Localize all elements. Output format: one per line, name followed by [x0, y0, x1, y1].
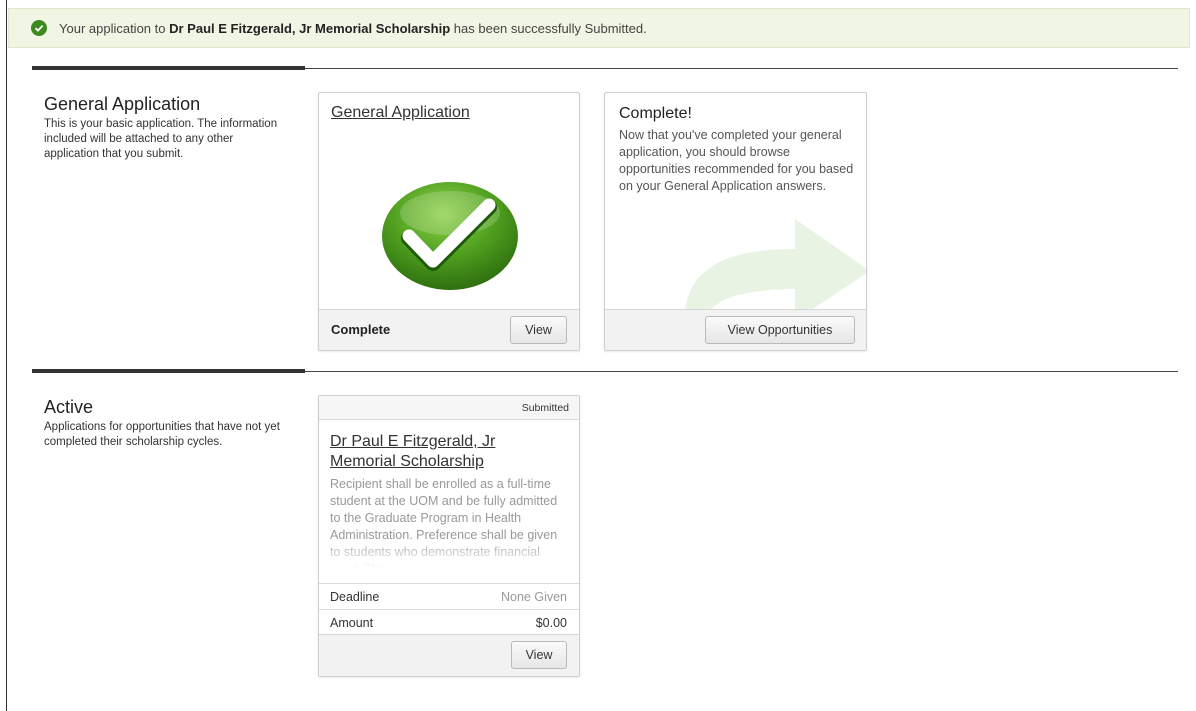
deadline-label: Deadline — [330, 590, 380, 604]
general-application-card: General Application Complete View — [318, 92, 580, 351]
status-badge: Submitted — [319, 396, 579, 420]
amount-value: $0.00 — [535, 616, 567, 630]
general-section-description: This is your basic application. The info… — [44, 118, 278, 160]
amount-label: Amount — [330, 616, 374, 630]
complete-description: Now that you've completed your general a… — [619, 128, 854, 193]
active-section-description: Applications for opportunities that have… — [44, 421, 280, 448]
deadline-row: Deadline None Given — [319, 583, 579, 610]
divider-accent — [32, 66, 305, 70]
banner-suffix: has been successfully Submitted. — [453, 20, 647, 36]
active-section-title: Active — [44, 397, 94, 417]
banner-prefix: Your application to — [59, 20, 166, 36]
complete-card-footer: View Opportunities — [605, 309, 866, 350]
scholarship-card-footer: View — [319, 634, 579, 676]
scholarship-view-button[interactable]: View — [511, 641, 567, 669]
page: Your application to Dr Paul E Fitzgerald… — [0, 0, 1196, 711]
complete-title: Complete! — [619, 105, 692, 122]
general-view-button[interactable]: View — [510, 316, 567, 344]
banner-text: Your application to Dr Paul E Fitzgerald… — [59, 21, 647, 36]
banner-scholarship-name: Dr Paul E Fitzgerald, Jr Memorial Schola… — [169, 20, 451, 36]
window-edge — [6, 0, 7, 711]
general-application-link[interactable]: General Application — [331, 104, 470, 122]
general-card-footer: Complete View — [319, 309, 579, 350]
divider-accent — [32, 369, 305, 373]
amount-row: Amount $0.00 — [319, 609, 579, 636]
curved-arrow-icon — [675, 211, 866, 321]
complete-card: Complete! Now that you've completed your… — [604, 92, 867, 351]
scholarship-card: Submitted Dr Paul E Fitzgerald, Jr Memor… — [318, 395, 580, 677]
success-banner: Your application to Dr Paul E Fitzgerald… — [8, 8, 1190, 48]
deadline-value: None Given — [500, 590, 567, 604]
section-divider-general — [32, 66, 1178, 70]
general-status-label: Complete — [331, 322, 391, 337]
big-checkmark-icon — [381, 181, 519, 296]
check-circle-icon — [31, 20, 47, 36]
scholarship-title-link[interactable]: Dr Paul E Fitzgerald, Jr Memorial Schola… — [330, 432, 560, 472]
general-section-title: General Application — [44, 94, 201, 114]
section-divider-active — [32, 369, 1178, 373]
view-opportunities-button[interactable]: View Opportunities — [705, 316, 855, 344]
scholarship-description: Recipient shall be enrolled as a full-ti… — [330, 476, 570, 568]
